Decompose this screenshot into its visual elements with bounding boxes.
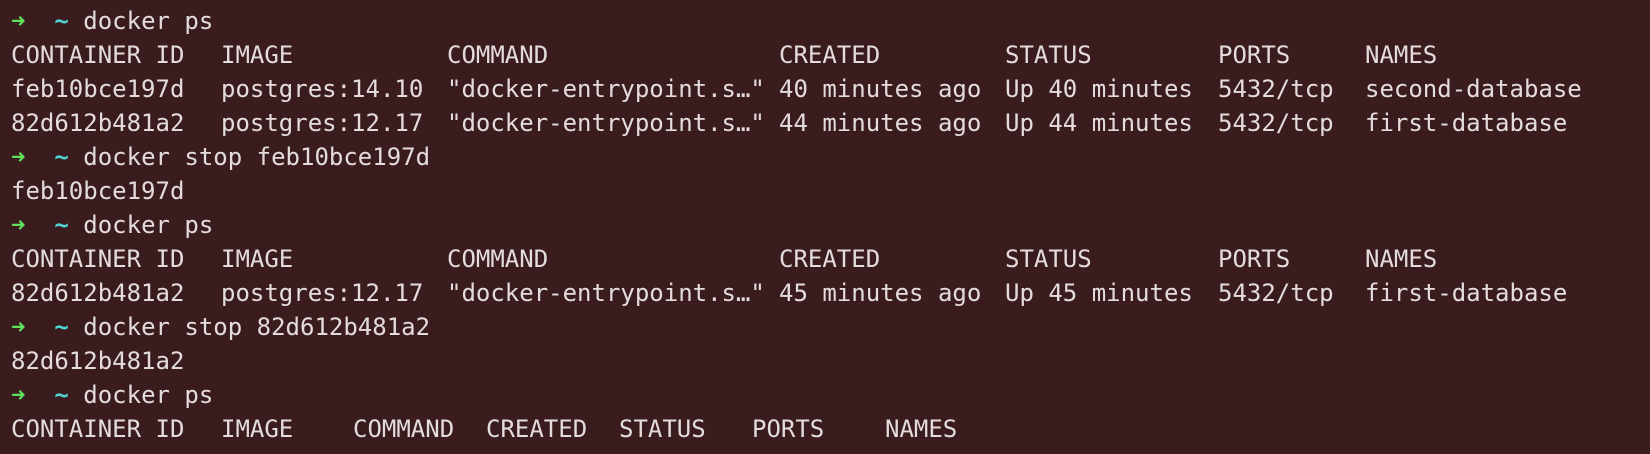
header-command: COMMAND [447,245,549,273]
prompt-arrow-icon: ➜ [11,211,26,239]
prompt-cwd: ~ [54,211,69,239]
command-text[interactable]: docker stop feb10bce197d [83,143,430,171]
cell-ports: 5432/tcp [1218,75,1334,103]
cell-command: "docker-entrypoint.s…" [447,109,765,137]
header-status: STATUS [1005,41,1092,69]
prompt-arrow-icon: ➜ [11,7,26,35]
header-names: NAMES [1365,245,1438,273]
command-text[interactable]: docker stop 82d612b481a2 [83,313,430,341]
header-container-id: CONTAINER ID [11,245,185,273]
header-created: CREATED [779,245,881,273]
cell-image: postgres:14.10 [221,75,424,103]
prompt-arrow-icon: ➜ [11,313,26,341]
prompt-line: ➜ ~ docker ps [11,208,213,242]
cell-container-id: feb10bce197d [11,75,185,103]
command-text[interactable]: docker ps [83,7,213,35]
cell-names: second-database [1365,75,1582,103]
cell-ports: 5432/tcp [1218,279,1334,307]
cell-container-id: 82d612b481a2 [11,109,185,137]
header-created: CREATED [486,415,588,443]
prompt-cwd: ~ [54,7,69,35]
header-image: IMAGE [221,41,294,69]
header-command: COMMAND [353,415,455,443]
header-image: IMAGE [221,245,294,273]
prompt-cwd: ~ [54,381,69,409]
header-names: NAMES [885,415,958,443]
command-output: 82d612b481a2 [11,347,185,375]
prompt-line: ➜ ~ docker ps [11,4,213,38]
terminal-window[interactable]: ➜ ~ docker ps CONTAINER ID IMAGE COMMAND CRE… [0,0,1650,454]
cell-image: postgres:12.17 [221,109,424,137]
cell-created: 44 minutes ago [779,109,982,137]
prompt-cwd: ~ [54,143,69,171]
command-text[interactable]: docker ps [83,381,213,409]
prompt-line: ➜ ~ docker stop 82d612b481a2 [11,310,430,344]
cell-command: "docker-entrypoint.s…" [447,75,765,103]
cell-status: Up 40 minutes [1005,75,1193,103]
cell-status: Up 45 minutes [1005,279,1193,307]
cell-ports: 5432/tcp [1218,109,1334,137]
header-created: CREATED [779,41,881,69]
header-command: COMMAND [447,41,549,69]
cell-created: 40 minutes ago [779,75,982,103]
cell-names: first-database [1365,109,1568,137]
header-container-id: CONTAINER ID [11,41,185,69]
prompt-line: ➜ ~ docker stop feb10bce197d [11,140,430,174]
cell-status: Up 44 minutes [1005,109,1193,137]
cell-command: "docker-entrypoint.s…" [447,279,765,307]
prompt-arrow-icon: ➜ [11,143,26,171]
header-image: IMAGE [221,415,294,443]
cell-names: first-database [1365,279,1568,307]
prompt-cwd: ~ [54,313,69,341]
command-output: feb10bce197d [11,177,185,205]
header-ports: PORTS [752,415,825,443]
header-status: STATUS [619,415,706,443]
prompt-line: ➜ ~ docker ps [11,378,213,412]
header-container-id: CONTAINER ID [11,415,185,443]
cell-created: 45 minutes ago [779,279,982,307]
command-text[interactable]: docker ps [83,211,213,239]
header-names: NAMES [1365,41,1438,69]
cell-image: postgres:12.17 [221,279,424,307]
header-ports: PORTS [1218,41,1291,69]
cell-container-id: 82d612b481a2 [11,279,185,307]
header-status: STATUS [1005,245,1092,273]
header-ports: PORTS [1218,245,1291,273]
prompt-arrow-icon: ➜ [11,381,26,409]
